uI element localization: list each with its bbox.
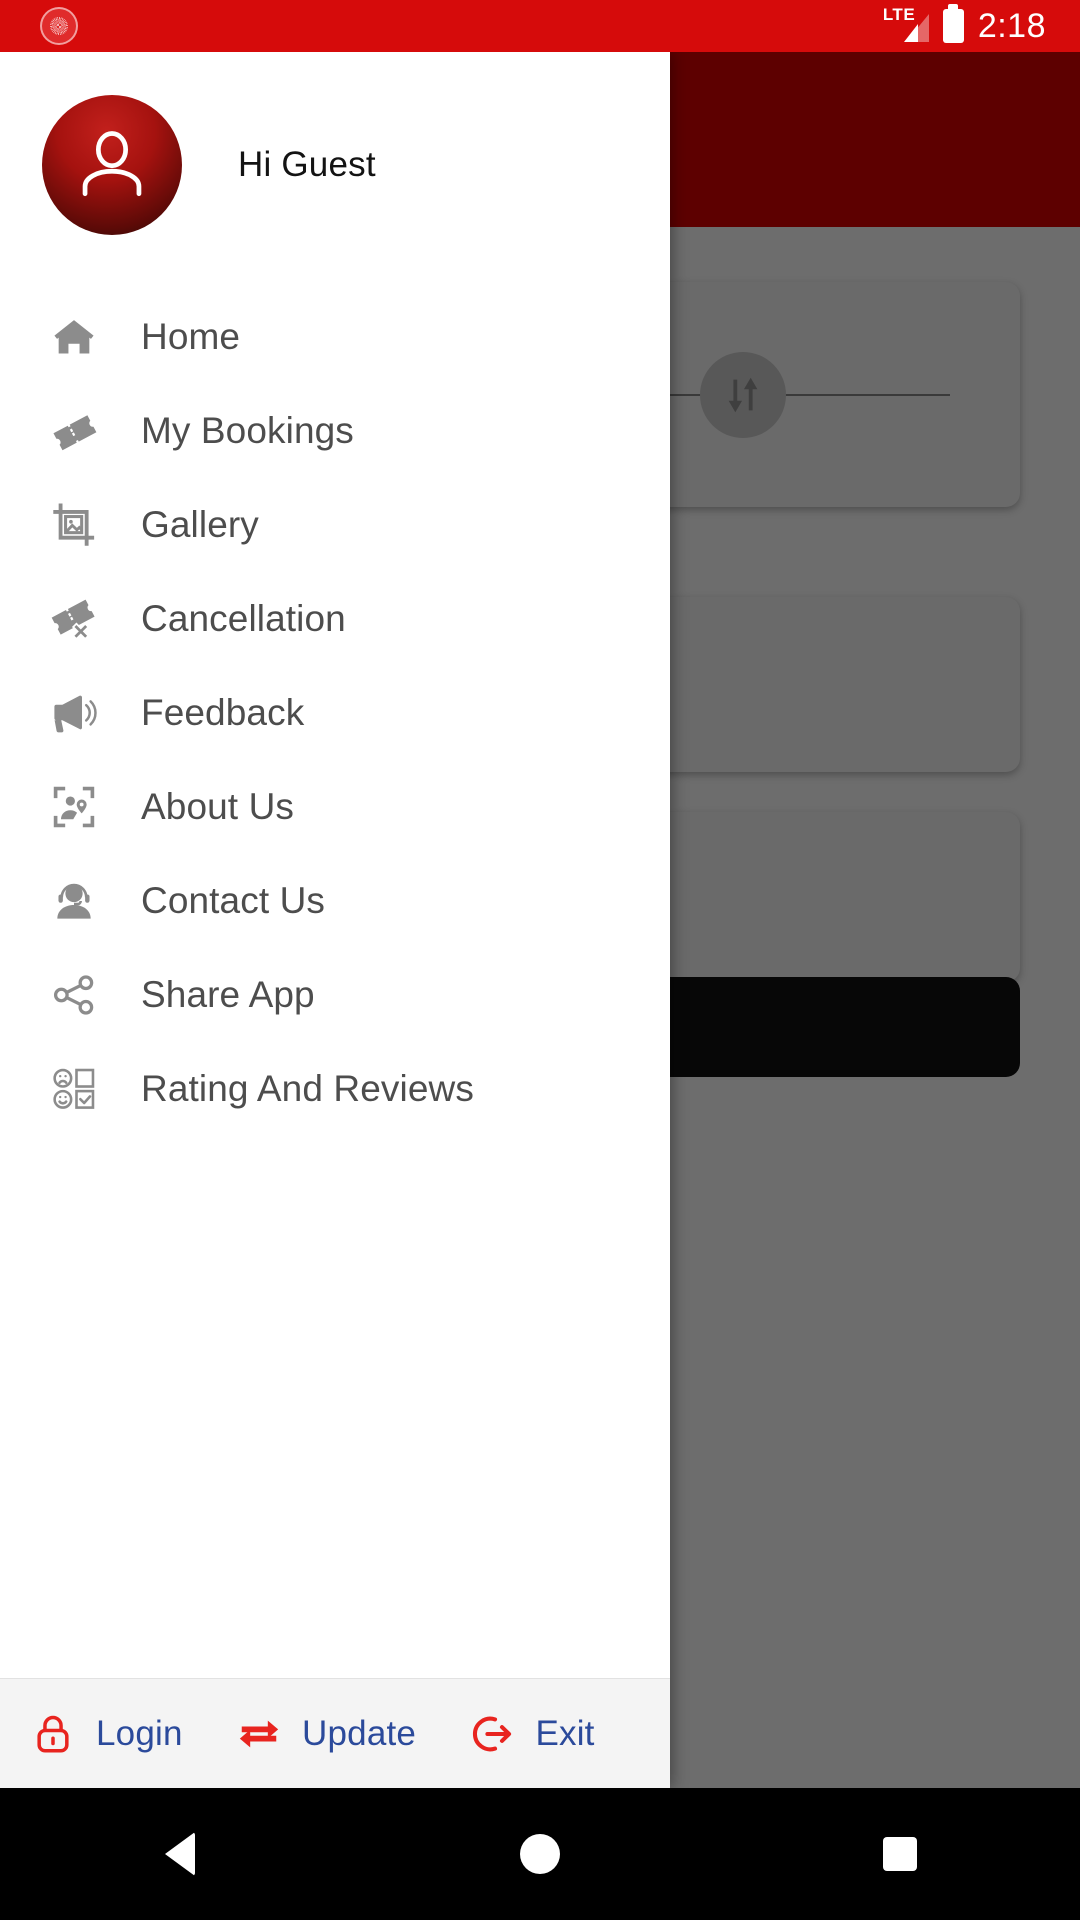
lock-icon xyxy=(26,1707,80,1761)
update-button[interactable]: Update xyxy=(232,1707,416,1761)
drawer-menu-list: Home My Bookings Gallery Cancellation Fe… xyxy=(0,278,670,1678)
status-bar-indicators: LTE 2:18 xyxy=(883,4,1080,46)
login-label: Login xyxy=(96,1713,183,1753)
status-bar-clock: 2:18 xyxy=(977,6,1046,45)
sidebar-item-label: Cancellation xyxy=(141,598,346,639)
signal-bar-active xyxy=(903,24,918,42)
sidebar-item-label: My Bookings xyxy=(141,410,354,451)
sidebar-item-cancellation[interactable]: Cancellation xyxy=(0,572,670,666)
drawer-footer-actions: Login Update Exit xyxy=(0,1678,670,1788)
battery-full-icon xyxy=(942,4,964,43)
sidebar-item-feedback[interactable]: Feedback xyxy=(0,666,670,760)
sidebar-item-label: Feedback xyxy=(141,692,305,733)
sidebar-item-share-app[interactable]: Share App xyxy=(0,948,670,1042)
drawer-profile-header[interactable]: Hi Guest xyxy=(0,52,670,278)
nav-home-circle-icon xyxy=(520,1834,560,1874)
sidebar-item-label: About Us xyxy=(141,786,294,827)
ticket-icon xyxy=(42,399,106,463)
ticket-cancel-icon xyxy=(42,587,106,651)
navigation-drawer: Hi Guest Home My Bookings Gallery Cancel… xyxy=(0,52,670,1788)
sidebar-item-label: Share App xyxy=(141,974,315,1015)
sidebar-item-gallery[interactable]: Gallery xyxy=(0,478,670,572)
headset-support-icon xyxy=(42,869,106,933)
app-logo-icon xyxy=(40,7,78,45)
phone-screen: LTE 2:18 Hi Guest Home My Bookings Galle… xyxy=(0,0,1080,1920)
nav-back-triangle-icon xyxy=(165,1832,195,1876)
survey-smiley-checkbox-icon xyxy=(42,1057,106,1121)
sidebar-item-label: Contact Us xyxy=(141,880,326,921)
android-navigation-bar xyxy=(0,1788,1080,1920)
nav-recents-square-icon xyxy=(883,1837,917,1871)
signal-bars-icon: LTE xyxy=(883,6,929,46)
swap-vertical-icon xyxy=(700,352,786,438)
status-bar-notifications xyxy=(0,7,78,45)
megaphone-icon xyxy=(42,681,106,745)
greeting-text: Hi Guest xyxy=(238,145,376,184)
nav-back-button[interactable] xyxy=(0,1832,360,1876)
sidebar-item-my-bookings[interactable]: My Bookings xyxy=(0,384,670,478)
sidebar-item-rating-and-reviews[interactable]: Rating And Reviews xyxy=(0,1042,670,1136)
exit-arrow-icon xyxy=(465,1707,519,1761)
status-bar: LTE 2:18 xyxy=(0,0,1080,52)
exit-button[interactable]: Exit xyxy=(465,1707,594,1761)
nav-recents-button[interactable] xyxy=(720,1837,1080,1871)
login-button[interactable]: Login xyxy=(26,1707,183,1761)
sidebar-item-about-us[interactable]: About Us xyxy=(0,760,670,854)
home-icon xyxy=(42,305,106,369)
sidebar-item-label: Gallery xyxy=(141,504,259,545)
person-location-frame-icon xyxy=(42,775,106,839)
gallery-image-icon xyxy=(42,493,106,557)
share-nodes-icon xyxy=(42,963,106,1027)
swap-arrows-icon xyxy=(232,1707,286,1761)
nav-home-button[interactable] xyxy=(360,1834,720,1874)
user-avatar-icon[interactable] xyxy=(42,95,182,235)
sidebar-item-label: Home xyxy=(141,316,241,357)
exit-label: Exit xyxy=(535,1713,595,1753)
update-label: Update xyxy=(302,1713,417,1753)
sidebar-item-contact-us[interactable]: Contact Us xyxy=(0,854,670,948)
sidebar-item-label: Rating And Reviews xyxy=(141,1068,474,1109)
sidebar-item-home[interactable]: Home xyxy=(0,290,670,384)
